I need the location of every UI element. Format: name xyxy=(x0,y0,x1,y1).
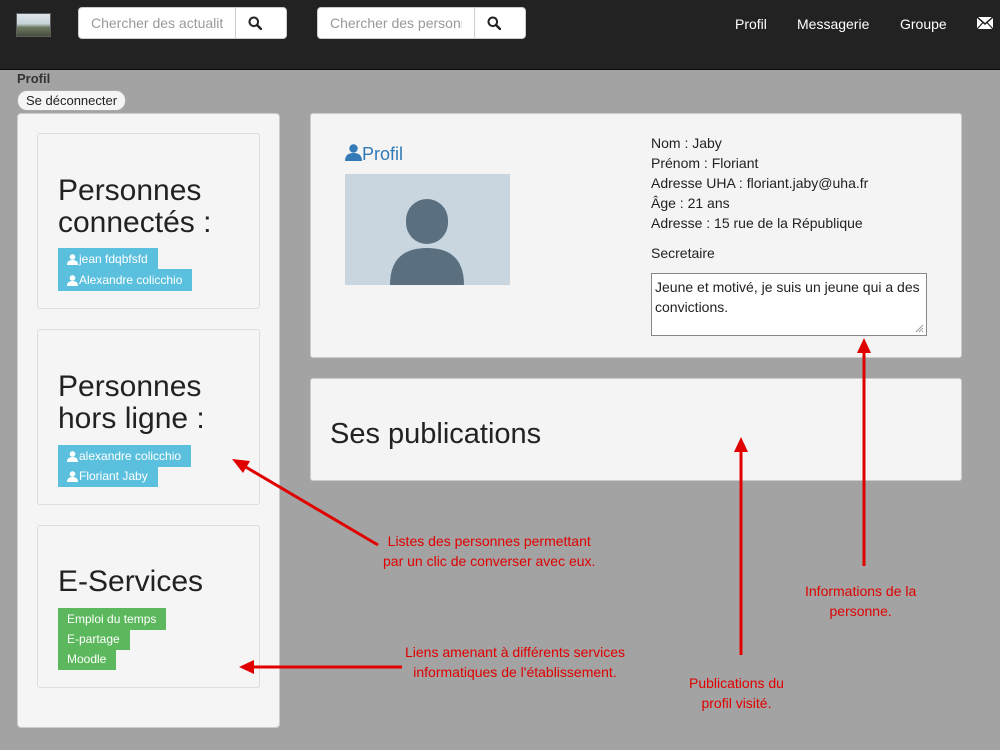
annotation-e-services: Liens amenant à différents services infor… xyxy=(405,644,625,680)
arrowhead-services xyxy=(239,660,254,674)
annotation-people-lists: Listes des personnes permettant par un cl… xyxy=(383,533,596,569)
arrowhead-people xyxy=(232,459,250,473)
annotation-publications: Publications du profil visité. xyxy=(689,675,784,711)
annotation-person-info: Informations de la personne. xyxy=(805,583,917,619)
annotation-arrows xyxy=(232,338,871,674)
arrow-to-people-lists xyxy=(243,464,379,547)
arrowhead-publications xyxy=(734,437,748,452)
arrowhead-info xyxy=(857,338,871,353)
